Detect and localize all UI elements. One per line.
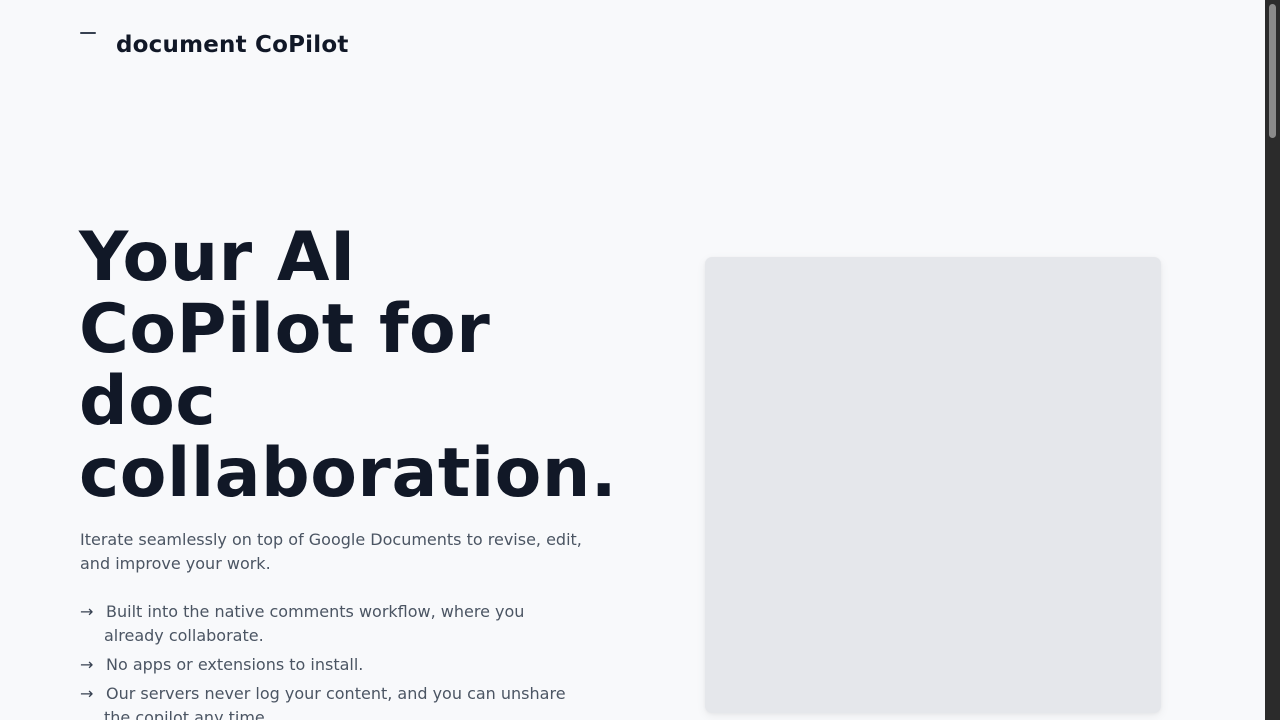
scrollbar-thumb[interactable] — [1269, 4, 1276, 138]
hero-title: Your AI CoPilot for doc collaboration. — [79, 218, 618, 513]
product-preview-placeholder — [705, 257, 1161, 713]
feature-item: → Our servers never log your content, an… — [80, 682, 580, 720]
arrow-right-icon: → — [80, 684, 94, 703]
feature-text: Built into the native comments workflow,… — [104, 602, 525, 645]
feature-text: Our servers never log your content, and … — [104, 684, 566, 720]
logo-mark-icon — [80, 32, 96, 34]
brand-name: document CoPilot — [116, 32, 349, 58]
hero-subtitle: Iterate seamlessly on top of Google Docu… — [80, 530, 582, 573]
feature-item: → Built into the native comments workflo… — [80, 600, 580, 648]
brand-logo[interactable]: document CoPilot — [80, 28, 349, 58]
feature-list: → Built into the native comments workflo… — [80, 600, 580, 720]
feature-text: No apps or extensions to install. — [106, 655, 364, 674]
vertical-scrollbar[interactable] — [1265, 0, 1280, 720]
arrow-right-icon: → — [80, 655, 94, 674]
feature-item: → No apps or extensions to install. — [80, 653, 580, 677]
arrow-right-icon: → — [80, 602, 94, 621]
landing-page: document CoPilot Your AI CoPilot for doc… — [0, 0, 1265, 720]
